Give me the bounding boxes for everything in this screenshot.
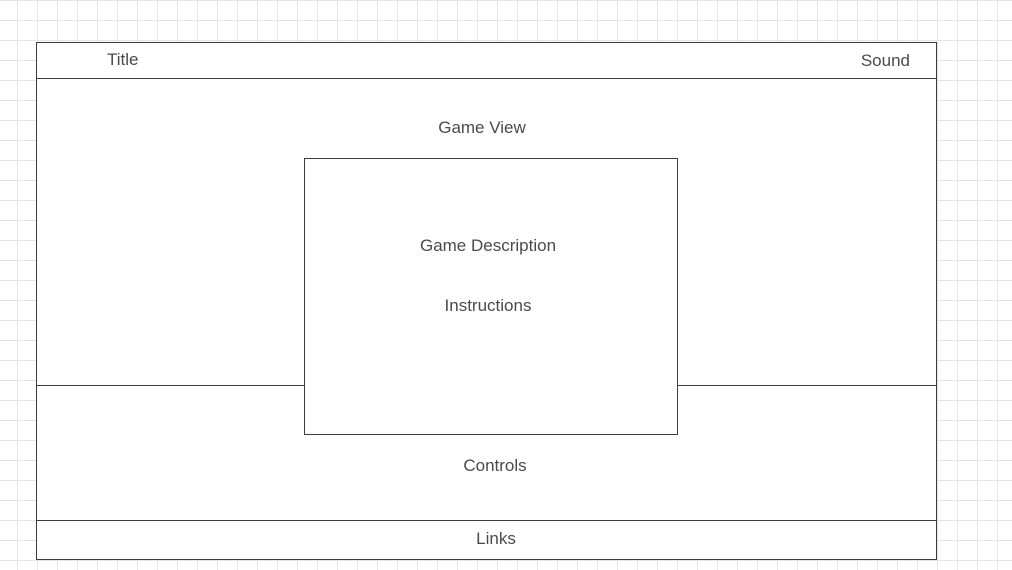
game-description-label: Game Description <box>419 236 557 255</box>
links-label: Links <box>476 529 516 548</box>
sound-label: Sound <box>860 51 910 70</box>
info-panel: Game Description Instructions <box>304 158 678 435</box>
footer-region: Links <box>36 520 937 560</box>
title-label: Title <box>107 50 139 69</box>
header-region: Title Sound <box>36 42 937 79</box>
game-view-label: Game View <box>438 118 526 137</box>
instructions-label: Instructions <box>444 296 532 315</box>
controls-label: Controls <box>463 456 527 475</box>
